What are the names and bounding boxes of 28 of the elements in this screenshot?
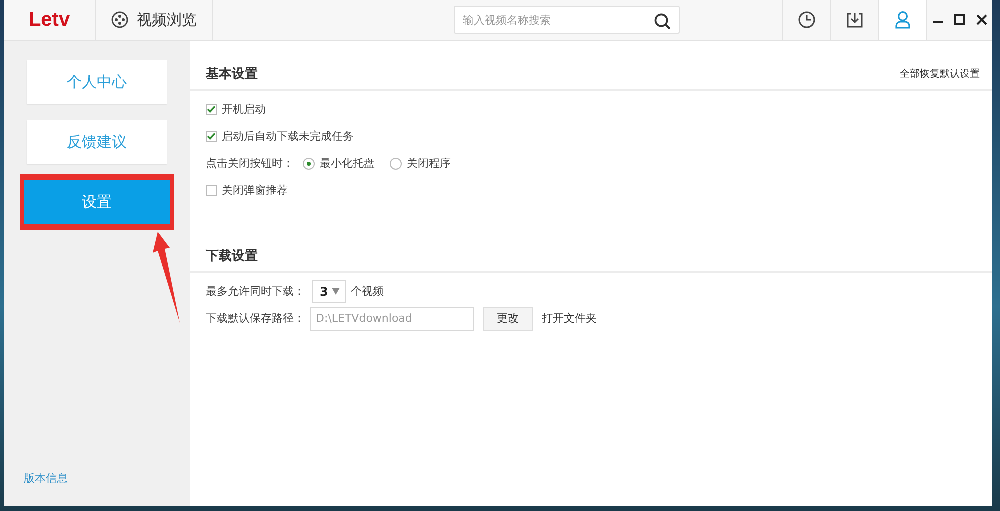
section-title: 基本设置 <box>206 66 258 83</box>
search-icon[interactable] <box>654 13 672 31</box>
unit-label: 个视频 <box>351 284 384 299</box>
option-label: 点击关闭按钮时： <box>206 156 294 171</box>
checkbox[interactable] <box>206 131 217 142</box>
checkbox-label: 关闭弹窗推荐 <box>222 183 288 198</box>
radio-button[interactable] <box>390 158 402 170</box>
nav-tab[interactable]: 视频浏览 <box>96 0 213 40</box>
app-logo: Letv <box>28 8 70 32</box>
field-label: 下载默认保存路径： <box>206 311 305 326</box>
search-field[interactable]: 输入视频名称搜索 <box>454 6 680 34</box>
film-reel-icon <box>111 11 129 29</box>
radio-label: 最小化托盘 <box>320 156 375 171</box>
caret-icon[interactable] <box>332 288 340 295</box>
field-label: 最多允许同时下载： <box>206 284 305 299</box>
checkbox[interactable] <box>206 104 217 115</box>
close-icon[interactable] <box>976 14 988 26</box>
radio-label: 关闭程序 <box>407 156 451 171</box>
open-folder-link[interactable]: 打开文件夹 <box>542 311 597 326</box>
checkbox[interactable] <box>206 185 217 196</box>
section-title: 下载设置 <box>206 248 258 265</box>
checkbox-label: 启动后自动下载未完成任务 <box>222 129 354 144</box>
count-dropdown[interactable]: 3 <box>312 280 346 303</box>
reset-defaults-link[interactable]: 全部恢复默认设置 <box>900 67 980 81</box>
checkbox-label: 开机启动 <box>222 102 266 117</box>
change-button[interactable]: 更改 <box>483 306 533 330</box>
radio-button[interactable] <box>303 158 315 170</box>
maximize-icon[interactable] <box>954 14 966 26</box>
